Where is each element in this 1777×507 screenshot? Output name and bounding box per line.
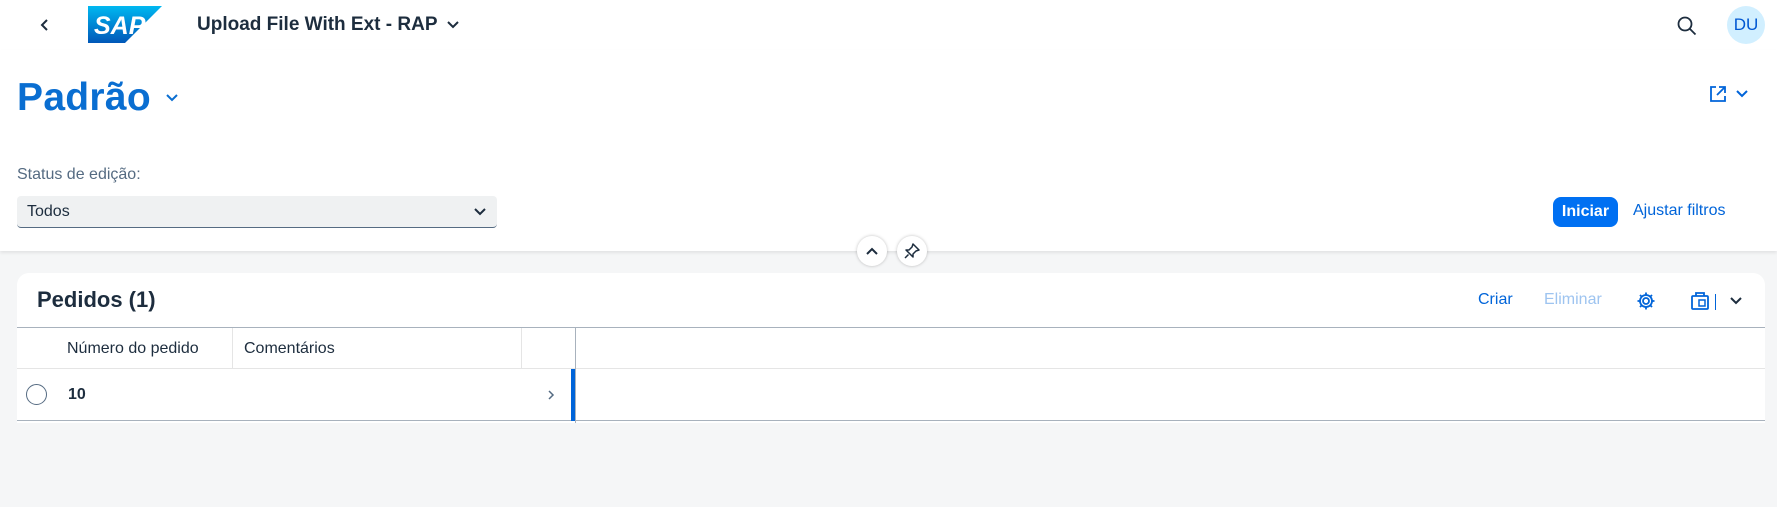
shell-bar: SAP Upload File With Ext - RAP DU xyxy=(0,0,1777,50)
app-title: Upload File With Ext - RAP xyxy=(197,14,438,35)
table-header-row: Número do pedido Comentários xyxy=(17,327,1765,369)
variant-title: Padrão xyxy=(17,76,152,119)
logo-text: SAP xyxy=(94,12,146,40)
chevron-right-icon xyxy=(548,390,555,400)
variant-management[interactable]: Padrão xyxy=(17,76,179,120)
delete-button[interactable]: Eliminar xyxy=(1544,291,1602,309)
edit-status-select[interactable]: Todos xyxy=(17,196,497,228)
row-navigated-indicator xyxy=(571,369,575,421)
pin-header-button[interactable] xyxy=(897,236,927,266)
chevron-down-icon xyxy=(1730,297,1742,305)
export-menu-button[interactable] xyxy=(1724,289,1748,313)
cell-order-number: 10 xyxy=(68,386,86,403)
chevron-down-icon xyxy=(1736,90,1748,98)
edit-status-value: Todos xyxy=(27,202,70,220)
avatar-initials: DU xyxy=(1733,15,1759,34)
user-avatar[interactable]: DU xyxy=(1727,6,1765,44)
chevron-up-icon xyxy=(866,247,878,255)
search-icon xyxy=(1677,16,1697,36)
go-button[interactable]: Iniciar xyxy=(1553,197,1618,227)
chevron-down-icon xyxy=(446,21,459,29)
pin-icon xyxy=(904,243,920,259)
back-button[interactable] xyxy=(30,10,60,40)
share-button[interactable] xyxy=(1708,84,1749,104)
page-header: Padrão Status de edição: Todos Iniciar A… xyxy=(0,50,1777,251)
table-title: Pedidos (1) xyxy=(37,287,156,312)
table-settings-button[interactable] xyxy=(1634,289,1658,313)
gear-icon xyxy=(1637,292,1655,310)
column-divider xyxy=(232,328,233,369)
chevron-left-icon xyxy=(40,19,48,31)
column-divider xyxy=(521,328,522,369)
collapse-header-button[interactable] xyxy=(857,236,887,266)
sap-logo: SAP xyxy=(88,6,162,43)
create-button[interactable]: Criar xyxy=(1478,291,1513,309)
adapt-filters-button[interactable]: Ajustar filtros xyxy=(1633,202,1725,220)
search-button[interactable] xyxy=(1672,11,1702,41)
column-header-order-number[interactable]: Número do pedido xyxy=(67,328,199,369)
table-row[interactable]: 10 xyxy=(17,369,1765,421)
chevron-down-icon xyxy=(474,207,486,215)
column-header-comments[interactable]: Comentários xyxy=(244,328,335,369)
toolbar-separator xyxy=(1715,294,1716,310)
filter-label-edit-status: Status de edição: xyxy=(17,166,141,183)
row-select-radio[interactable] xyxy=(26,384,47,405)
export-spreadsheet-icon xyxy=(1691,292,1709,310)
orders-table: Pedidos (1) Criar Eliminar Número do ped… xyxy=(17,273,1765,423)
chevron-down-icon xyxy=(166,94,178,102)
app-title-menu[interactable]: Upload File With Ext - RAP xyxy=(197,14,460,36)
share-icon xyxy=(1710,86,1726,102)
row-navigation-button[interactable] xyxy=(541,383,561,407)
export-button[interactable] xyxy=(1688,289,1712,313)
